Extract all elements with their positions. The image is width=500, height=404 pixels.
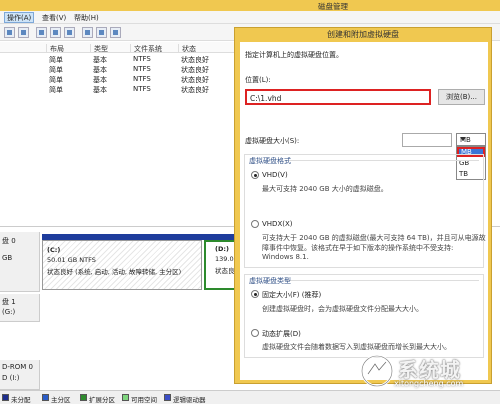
- disk-0-name: 盘 0: [2, 237, 16, 245]
- divider: [285, 160, 479, 161]
- cell-status: 状态良好: [181, 86, 209, 94]
- partition-c[interactable]: (C:) 50.01 GB NTFS 状态良好 (系统, 启动, 活动, 故障转…: [42, 240, 202, 290]
- properties-icon[interactable]: [64, 27, 75, 38]
- legend-label: 可用空间: [131, 396, 157, 404]
- vhdx-desc-3: Windows 8.1.: [262, 253, 309, 261]
- table-row[interactable]: 简单 基本 NTFS 状态良好: [0, 64, 240, 74]
- vhdx-label[interactable]: VHDX(X): [262, 220, 293, 228]
- fixed-radio[interactable]: [251, 290, 259, 298]
- cell-layout: 简单: [49, 86, 63, 94]
- cell-fs: NTFS: [133, 85, 151, 93]
- partition-d-label: (D:): [215, 245, 229, 253]
- cdrom-label[interactable]: D-ROM 0 D (I:): [0, 360, 40, 390]
- legend-swatch: [164, 394, 171, 401]
- location-input[interactable]: C:\1.vhd: [245, 89, 431, 105]
- fixed-label[interactable]: 固定大小(F) (推荐): [262, 290, 321, 300]
- dialog-body: 指定计算机上的虚拟硬盘位置。 位置(L): C:\1.vhd 浏览(B)... …: [240, 42, 488, 380]
- size-input[interactable]: [402, 133, 452, 147]
- disk-1-name: 盘 1: [2, 298, 16, 306]
- vhd-desc: 最大可支持 2040 GB 大小的虚拟磁盘。: [262, 185, 388, 193]
- legend-label: 扩展分区: [89, 396, 115, 404]
- type-section-title: 虚拟硬盘类型: [249, 277, 291, 285]
- menu-view[interactable]: 查看(V): [40, 13, 68, 23]
- disk-1-label[interactable]: 盘 1 (G:): [0, 294, 40, 322]
- legend-swatch: [122, 394, 129, 401]
- menu-help[interactable]: 帮助(H): [72, 13, 101, 23]
- help-icon[interactable]: [50, 27, 61, 38]
- legend-label: 逻辑驱动器: [173, 396, 206, 404]
- watermark-url: xitongcheng.com: [394, 379, 464, 388]
- partition-c-status: 状态良好 (系统, 启动, 活动, 故障转储, 主分区): [47, 268, 182, 276]
- vhd-label[interactable]: VHD(V): [262, 171, 288, 179]
- back-icon[interactable]: [4, 27, 15, 38]
- cell-fs: NTFS: [133, 65, 151, 73]
- browse-button[interactable]: 浏览(B)...: [438, 89, 485, 105]
- disk-0-label[interactable]: 盘 0 GB: [0, 232, 40, 292]
- cell-fs: NTFS: [133, 75, 151, 83]
- watermark: 系统城 xitongcheng.com: [360, 352, 496, 392]
- col-type[interactable]: 类型: [90, 44, 108, 53]
- format-section-title: 虚拟硬盘格式: [249, 157, 291, 165]
- vhdx-desc-1: 可支持大于 2040 GB 的虚拟磁盘(最大可支持 64 TB)，并且可从电源故: [262, 234, 486, 242]
- site-logo-icon: [360, 354, 394, 388]
- unit-dropdown[interactable]: MB: [456, 133, 486, 146]
- disk-0-size: GB: [2, 254, 13, 262]
- partition-c-label: (C:): [47, 246, 61, 254]
- col-status[interactable]: 状态: [178, 44, 196, 53]
- location-value: C:\1.vhd: [250, 94, 282, 103]
- cdrom-sub: D (I:): [2, 374, 20, 382]
- dialog-title: 创建和附加虚拟硬盘: [327, 30, 399, 39]
- menu-bar: 操作(A) 查看(V) 帮助(H): [0, 11, 500, 24]
- cell-type: 基本: [93, 86, 107, 94]
- console-tree-icon[interactable]: [36, 27, 47, 38]
- legend-label: 未分配: [11, 396, 31, 404]
- volume-table-header: 布局 类型 文件系统 状态: [0, 42, 240, 53]
- vhd-radio[interactable]: [251, 171, 259, 179]
- legend-swatch: [42, 394, 49, 401]
- table-row[interactable]: 简单 基本 NTFS 状态良好: [0, 54, 240, 64]
- settings-icon[interactable]: [96, 27, 107, 38]
- col-filesystem[interactable]: 文件系统: [130, 44, 162, 53]
- vhdx-radio[interactable]: [251, 220, 259, 228]
- location-label: 位置(L):: [245, 76, 271, 84]
- legend-swatch: [2, 394, 9, 401]
- col-layout[interactable]: 布局: [46, 44, 64, 53]
- partition-c-size: 50.01 GB NTFS: [47, 256, 96, 264]
- partition-d[interactable]: (D:) 139.01 状态良好: [204, 240, 241, 290]
- legend-swatch: [80, 394, 87, 401]
- vhdx-desc-2: 障事件中恢复。该格式在早于如下版本的操作系统中不受支持:: [262, 244, 454, 252]
- legend-label: 主分区: [51, 396, 71, 404]
- dialog-intro: 指定计算机上的虚拟硬盘位置。: [245, 51, 343, 59]
- table-row[interactable]: 简单 基本 NTFS 状态良好: [0, 74, 240, 84]
- disk-1-sub: (G:): [2, 308, 16, 316]
- size-label: 虚拟硬盘大小(S):: [245, 137, 300, 145]
- table-row[interactable]: 简单 基本 NTFS 状态良好: [0, 84, 240, 94]
- menu-action[interactable]: 操作(A): [4, 12, 35, 23]
- create-vhd-dialog: 创建和附加虚拟硬盘 指定计算机上的虚拟硬盘位置。 位置(L): C:\1.vhd…: [234, 27, 492, 384]
- cell-fs: NTFS: [133, 55, 151, 63]
- delete-icon[interactable]: [110, 27, 121, 38]
- legend-bar: 未分配 主分区 扩展分区 可用空间 逻辑驱动器: [0, 390, 500, 404]
- title-bar: 磁盘管理: [0, 0, 500, 11]
- refresh-icon[interactable]: [82, 27, 93, 38]
- dynamic-radio[interactable]: [251, 329, 259, 337]
- forward-icon[interactable]: [18, 27, 29, 38]
- chevron-down-icon: [460, 137, 466, 141]
- cdrom-name: D-ROM 0: [2, 363, 34, 371]
- dynamic-desc: 虚拟硬盘文件会随着数据写入到虚拟硬盘而增长到最大大小。: [262, 343, 451, 351]
- fixed-desc: 创建虚拟硬盘时，会为虚拟硬盘文件分配最大大小。: [262, 305, 423, 313]
- dynamic-label[interactable]: 动态扩展(D): [262, 329, 301, 339]
- divider: [285, 280, 479, 281]
